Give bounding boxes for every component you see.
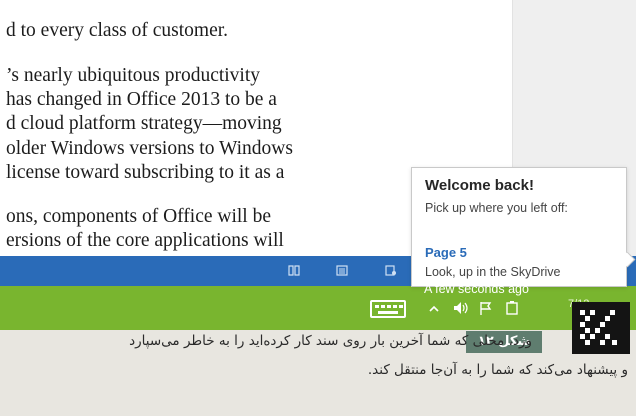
chevron-up-icon[interactable]: [428, 305, 440, 313]
document-text-line: ons, components of Office will be: [6, 206, 272, 227]
popup-location: Look, up in the SkyDrive: [425, 265, 561, 279]
resume-page-link[interactable]: Page 5: [425, 245, 467, 260]
document-text-line: ersions of the core applications will: [6, 230, 284, 251]
caption-line: ورد، محلی که شما آخرین بار روی سند کار ک…: [129, 333, 532, 349]
speaker-icon[interactable]: [452, 300, 470, 316]
document-text-line: d cloud platform strategy—moving: [6, 113, 282, 134]
touch-keyboard-icon[interactable]: [370, 300, 406, 318]
action-center-flag-icon[interactable]: [478, 300, 494, 316]
document-text-line: older Windows versions to Windows: [6, 138, 293, 159]
document-text-line: has changed in Office 2013 to be a: [6, 89, 277, 110]
document-text-line: ’s nearly ubiquitous productivity: [6, 65, 261, 86]
welcome-back-popup[interactable]: Welcome back! Pick up where you left off…: [411, 167, 627, 287]
print-layout-icon[interactable]: [336, 265, 348, 276]
checker-logo-icon: [580, 310, 617, 345]
document-text-line: d to every class of customer.: [6, 20, 229, 41]
publisher-logo: [572, 302, 630, 354]
caption-line: و پیشنهاد می‌کند که شما را به آن‌جا منتق…: [367, 362, 628, 378]
popup-subtitle: Pick up where you left off:: [425, 201, 568, 215]
popup-title: Welcome back!: [425, 177, 534, 194]
battery-icon[interactable]: [504, 300, 520, 316]
web-layout-icon[interactable]: [385, 265, 397, 276]
windows-taskbar: [0, 286, 636, 330]
read-mode-icon[interactable]: [288, 265, 300, 276]
popup-timestamp: A few seconds ago: [424, 282, 529, 296]
document-text-line: license toward subscribing to it as a: [6, 162, 285, 183]
